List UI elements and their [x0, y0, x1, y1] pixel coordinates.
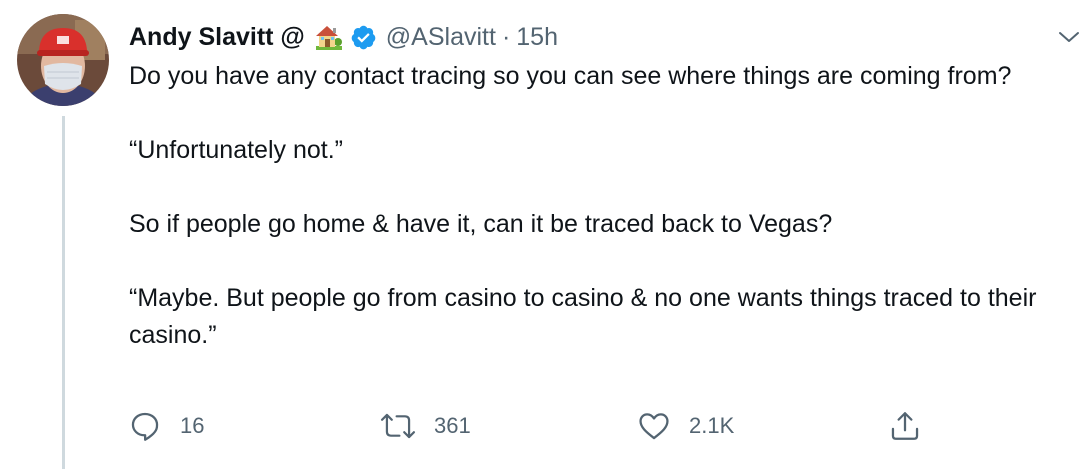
heart-icon: [637, 409, 671, 443]
tweet[interactable]: Andy Slavitt @ @ASlavitt · 15h Do you ha…: [0, 0, 1083, 469]
tweet-paragraph: So if people go home & have it, can it b…: [129, 210, 833, 238]
share-button[interactable]: [888, 405, 922, 447]
share-icon: [888, 409, 922, 443]
tweet-text: Do you have any contact tracing so you c…: [129, 58, 1074, 354]
tweet-header: Andy Slavitt @ @ASlavitt · 15h: [129, 18, 558, 56]
chevron-down-icon[interactable]: [1057, 25, 1081, 49]
tweet-actions: 16 361 2.1K: [128, 405, 928, 447]
reply-button[interactable]: 16: [128, 405, 204, 447]
avatar[interactable]: [17, 14, 109, 106]
retweet-count: 361: [434, 413, 471, 438]
house-with-garden-icon: [314, 22, 344, 52]
tweet-paragraph: “Unfortunately not.”: [129, 136, 343, 164]
like-count: 2.1K: [689, 413, 735, 438]
author-handle[interactable]: @ASlavitt: [386, 23, 496, 52]
reply-icon: [128, 409, 162, 443]
avatar-image: [17, 14, 109, 106]
tweet-paragraph: “Maybe. But people go from casino to cas…: [129, 284, 1037, 349]
timestamp[interactable]: 15h: [516, 23, 558, 52]
reply-count: 16: [180, 413, 205, 438]
verified-badge-icon: [350, 24, 377, 51]
retweet-icon: [380, 409, 416, 443]
author-name[interactable]: Andy Slavitt @: [129, 23, 305, 52]
retweet-button[interactable]: 361: [380, 405, 471, 447]
tweet-paragraph: Do you have any contact tracing so you c…: [129, 62, 1012, 90]
like-button[interactable]: 2.1K: [637, 405, 734, 447]
thread-line: [62, 116, 65, 469]
separator-dot: ·: [501, 22, 511, 51]
